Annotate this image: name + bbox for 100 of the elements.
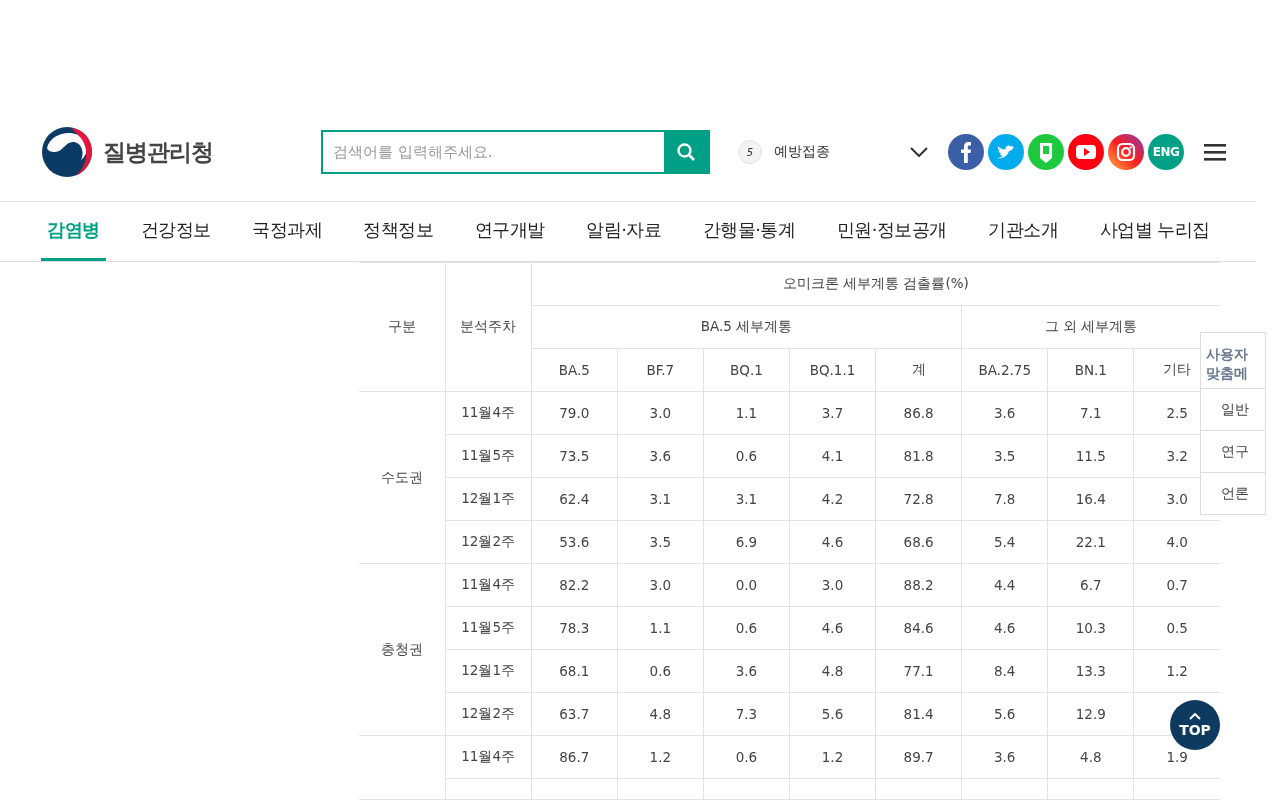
nav-tab[interactable]: 간행물·통계 — [696, 202, 802, 261]
nav-tab[interactable]: 정책정보 — [357, 202, 440, 261]
table-cell: 79.0 — [531, 391, 618, 435]
table-cell: 10.3 — [1047, 606, 1134, 650]
table-cell: 81.4 — [875, 692, 962, 736]
side-menu-item[interactable]: 일반 — [1201, 389, 1265, 431]
week-cell: 12월1주 — [445, 649, 532, 693]
table-cell: 22.1 — [1047, 520, 1134, 564]
week-cell: 11월4주 — [445, 563, 532, 607]
search-field[interactable]: 검색어를 입력해주세요. — [321, 130, 710, 174]
table-cell: 4.6 — [961, 606, 1048, 650]
week-cell: 11월5주 — [445, 434, 532, 478]
search-button[interactable] — [664, 132, 708, 172]
column-header: 구분 — [359, 262, 446, 392]
column-group-header: 오미크론 세부계통 검출률(%) — [531, 262, 1220, 306]
table-cell: 84.6 — [875, 606, 962, 650]
table-cell: 3.6 — [617, 434, 704, 478]
table-cell: 5.6 — [961, 692, 1048, 736]
table-cell: 3.7 — [789, 391, 876, 435]
table-cell: 77.1 — [875, 649, 962, 693]
search-icon[interactable] — [676, 142, 696, 162]
table-cell: 0.6 — [703, 606, 790, 650]
column-header: BA.5 — [531, 348, 618, 392]
nav-tab[interactable]: 민원·정보공개 — [830, 202, 953, 261]
table-cell: 8.4 — [961, 649, 1048, 693]
table-cell: 68.6 — [875, 520, 962, 564]
table-cell: 3.0 — [617, 563, 704, 607]
emblem-icon[interactable] — [41, 126, 93, 178]
table-cell: 12.9 — [1047, 692, 1134, 736]
table-cell: 3.1 — [703, 477, 790, 521]
table-cell: 0.6 — [703, 434, 790, 478]
table-cell: 3.5 — [961, 434, 1048, 478]
table-cell: 3.0 — [789, 563, 876, 607]
table-cell: 4.6 — [789, 520, 876, 564]
table-cell: 7.1 — [1047, 391, 1134, 435]
nav-tab[interactable]: 연구개발 — [468, 202, 551, 261]
week-cell: 11월4주 — [445, 391, 532, 435]
column-header: 계 — [875, 348, 962, 392]
rank-number: 5 — [738, 140, 762, 164]
side-menu-item[interactable]: 연구 — [1201, 431, 1265, 473]
nav-tab[interactable]: 건강정보 — [134, 202, 217, 261]
table-cell: 6.7 — [1047, 563, 1134, 607]
week-cell: 11월4주 — [445, 735, 532, 779]
table-cell: 1.1 — [617, 606, 704, 650]
table-cell: 16.4 — [1047, 477, 1134, 521]
table-cell: 7.8 — [961, 477, 1048, 521]
nav-tab[interactable]: 국정과제 — [246, 202, 329, 261]
region-cell: 수도권 — [380, 468, 423, 485]
table-cell: 1.1 — [703, 391, 790, 435]
bird-icon[interactable] — [988, 134, 1024, 170]
table-cell: 68.1 — [531, 649, 618, 693]
camera-icon[interactable] — [1108, 134, 1144, 170]
popular-keyword[interactable]: 예방접종 — [774, 143, 830, 161]
table-cell: 73.5 — [531, 434, 618, 478]
table-cell: 86.8 — [875, 391, 962, 435]
table-cell: 3.6 — [703, 649, 790, 693]
facebook-icon[interactable] — [948, 134, 984, 170]
table-cell: 63.7 — [531, 692, 618, 736]
table-cell: 89.7 — [875, 735, 962, 779]
table-cell: 3.5 — [617, 520, 704, 564]
table-cell: 13.3 — [1047, 649, 1134, 693]
table-cell: 82.2 — [531, 563, 618, 607]
week-cell: 12월2주 — [445, 520, 532, 564]
organization-name[interactable]: 질병관리청 — [103, 136, 213, 168]
table-cell: 3.6 — [961, 735, 1048, 779]
region-cell: 충청권 — [380, 640, 423, 657]
table-cell: 3.0 — [617, 391, 704, 435]
column-header: 분석주차 — [445, 262, 532, 392]
table-cell: 4.2 — [789, 477, 876, 521]
week-cell: 11월5주 — [445, 606, 532, 650]
table-cell: 0.6 — [617, 649, 704, 693]
play-icon[interactable] — [1068, 134, 1104, 170]
menu-icon[interactable] — [1204, 143, 1226, 161]
table-cell: 0.0 — [703, 563, 790, 607]
chevron-down-icon[interactable] — [910, 147, 928, 157]
table-cell: 11.5 — [1047, 434, 1134, 478]
table-cell: 3.6 — [961, 391, 1048, 435]
table-cell: 72.8 — [875, 477, 962, 521]
table-cell: 88.2 — [875, 563, 962, 607]
column-header: BN.1 — [1047, 348, 1134, 392]
table-cell: 62.4 — [531, 477, 618, 521]
column-header: BA.2.75 — [961, 348, 1048, 392]
side-menu-title: 사용자 맞춤메 — [1201, 333, 1265, 389]
nav-tab[interactable]: 기관소개 — [982, 202, 1065, 261]
column-group-header: BA.5 세부계통 — [531, 305, 962, 349]
table-cell: 0.6 — [703, 735, 790, 779]
table-cell: 3.1 — [617, 477, 704, 521]
table-cell: 1.2 — [617, 735, 704, 779]
top-button[interactable]: TOP — [1170, 700, 1220, 750]
nav-tab[interactable]: 알림·자료 — [580, 202, 668, 261]
column-header: BQ.1.1 — [789, 348, 876, 392]
nav-tab[interactable]: 사업별 누리집 — [1093, 202, 1216, 261]
week-cell: 12월2주 — [445, 692, 532, 736]
table-cell: 7.3 — [703, 692, 790, 736]
table-cell: 86.7 — [531, 735, 618, 779]
table-cell: 4.4 — [961, 563, 1048, 607]
caret-up-icon[interactable] — [1189, 712, 1201, 720]
table-cell: 4.8 — [1047, 735, 1134, 779]
table-cell: 4.8 — [617, 692, 704, 736]
table-cell: 5.4 — [961, 520, 1048, 564]
